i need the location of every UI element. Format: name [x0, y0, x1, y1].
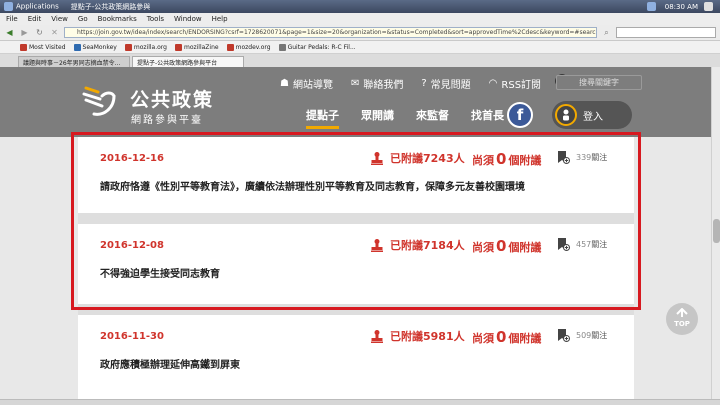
bookmark-label: mozilla.org	[133, 43, 167, 51]
back-to-top-button[interactable]: TOP	[666, 303, 698, 335]
link-label: 網站導覽	[292, 80, 333, 91]
bookmark-icon	[174, 43, 182, 51]
need-prefix: 尚須	[472, 332, 494, 345]
tab-strip: 議題與時事－26年男同志摘血禁令… 提點子-公共政策網路參與平台	[0, 54, 720, 67]
logo-icon[interactable]	[80, 84, 120, 118]
need-suffix: 個附議	[508, 332, 542, 345]
mail-icon: ✉	[350, 78, 360, 89]
stamp-icon	[371, 330, 383, 343]
follow-icon	[558, 329, 570, 342]
bookmark-guitar-pedals[interactable]: Guitar Pedals: R-C Fil...	[278, 43, 356, 51]
signed-label: 已附議5981人	[390, 330, 465, 343]
bookmark-label: Guitar Pedals: R-C Fil...	[287, 43, 356, 51]
bookmark-label: mozdev.org	[235, 43, 271, 51]
link-rss[interactable]: ◠ RSS訂閱	[489, 76, 541, 91]
applications-icon	[4, 2, 13, 11]
menu-bookmarks[interactable]: Bookmarks	[98, 15, 137, 23]
site-header: 公共政策 網路參與平臺 ☗ 網站導覽 ✉ 聯絡我們 ? 常見問題 ◠ RSS訂閱 搜尋關…	[0, 67, 720, 137]
navigation-toolbar: ◀ ▶ ↻ ✕ https://join.gov.tw/idea/index/s…	[0, 25, 720, 41]
status-bar	[0, 399, 720, 405]
url-bar[interactable]: https://join.gov.tw/idea/index/search/EN…	[64, 27, 597, 38]
idea-date: 2016-11-30	[100, 331, 164, 342]
menu-tools[interactable]: Tools	[147, 15, 164, 23]
bookmark-icon	[226, 43, 234, 51]
bookmark-mozilla[interactable]: mozilla.org	[124, 43, 167, 51]
sitemap-icon: ☗	[280, 78, 289, 89]
search-engine-icon[interactable]: ⌕	[601, 27, 612, 38]
link-label: RSS訂閱	[501, 80, 542, 91]
list-item[interactable]: 2016-11-30 已附議5981人 尚須 0 個附議 509關注 政府應積極辦理…	[78, 315, 634, 399]
link-sitemap[interactable]: ☗ 網站導覽	[280, 76, 333, 91]
back-icon[interactable]: ◀	[4, 27, 15, 38]
follow-count: 509	[576, 330, 592, 340]
menu-view[interactable]: View	[51, 15, 68, 23]
scrollbar-thumb[interactable]	[713, 219, 720, 243]
nav-supervise[interactable]: 來監督	[416, 107, 449, 129]
os-taskbar: Applications 提點子-公共政策網路參與 08:30 AM	[0, 0, 720, 13]
bookmarks-toolbar: Most Visited SeaMonkey mozilla.org mozil…	[0, 41, 720, 54]
idea-title[interactable]: 政府應積極辦理延伸高鐵到屏東	[100, 356, 240, 371]
link-label: 聯絡我們	[363, 80, 404, 91]
bookmark-label: mozillaZine	[183, 43, 219, 51]
link-label: 常見問題	[430, 80, 471, 91]
bookmark-label: Most Visited	[29, 43, 66, 51]
bookmark-icon	[124, 43, 132, 51]
top-label: TOP	[674, 320, 690, 328]
tray-icon[interactable]	[646, 2, 656, 11]
menu-edit[interactable]: Edit	[28, 15, 42, 23]
arrow-up-icon	[676, 307, 688, 317]
bookmark-icon	[73, 43, 81, 51]
bookmark-label: SeaMonkey	[82, 43, 117, 51]
clock: 08:30 AM	[664, 2, 698, 11]
bookmark-seamonkey[interactable]: SeaMonkey	[73, 43, 117, 51]
browser-menubar: File Edit View Go Bookmarks Tools Window…	[0, 13, 720, 25]
bookmark-icon	[20, 43, 27, 51]
tab-join-gov[interactable]: 提點子-公共政策網路參與平台	[132, 56, 244, 67]
stop-icon[interactable]: ✕	[49, 27, 60, 38]
facebook-icon[interactable]: f	[507, 102, 533, 128]
browser-search-field[interactable]	[616, 27, 716, 38]
menu-file[interactable]: File	[6, 15, 18, 23]
login-label: 登入	[583, 111, 603, 123]
needed-count: 尚須 0 個附議	[472, 328, 541, 346]
link-contact[interactable]: ✉ 聯絡我們	[351, 76, 403, 91]
main-nav: 提點子 眾開講 來監督 找首長	[306, 107, 504, 129]
bookmark-icon	[278, 43, 286, 51]
rss-icon: ◠	[488, 78, 498, 89]
login-button[interactable]: 登入	[552, 101, 632, 129]
logo-subtitle[interactable]: 網路參與平臺	[131, 111, 203, 126]
need-number: 0	[496, 328, 507, 346]
user-icon	[555, 104, 577, 126]
bookmark-mozillazine[interactable]: mozillaZine	[174, 43, 219, 51]
logo-title[interactable]: 公共政策	[130, 85, 214, 112]
page-scrollbar[interactable]	[711, 67, 720, 399]
reload-icon[interactable]: ↻	[34, 27, 45, 38]
bookmark-mozdev[interactable]: mozdev.org	[226, 43, 271, 51]
follow-label: 關注	[591, 330, 608, 340]
nav-discuss[interactable]: 眾開講	[361, 107, 394, 129]
menu-window[interactable]: Window	[174, 15, 202, 23]
window-title[interactable]: 提點子-公共政策網路參與	[71, 2, 151, 12]
menu-go[interactable]: Go	[78, 15, 88, 23]
bookmark-most-visited[interactable]: Most Visited	[20, 43, 66, 51]
follow-button[interactable]: 509關注	[556, 328, 607, 342]
power-icon[interactable]	[704, 2, 713, 11]
top-links: ☗ 網站導覽 ✉ 聯絡我們 ? 常見問題 ◠ RSS訂閱	[280, 76, 541, 91]
link-faq[interactable]: ? 常見問題	[421, 76, 470, 91]
forward-icon[interactable]: ▶	[19, 27, 30, 38]
applications-label: Applications	[16, 2, 59, 11]
tab-news[interactable]: 議題與時事－26年男同志摘血禁令…	[18, 56, 130, 67]
site-search-input[interactable]: 搜尋關鍵字	[556, 75, 642, 90]
question-icon: ?	[421, 78, 427, 89]
applications-menu[interactable]: Applications	[4, 2, 59, 11]
highlight-box	[71, 132, 641, 310]
signed-count: 已附議5981人	[370, 328, 465, 344]
menu-help[interactable]: Help	[212, 15, 228, 23]
nav-officials[interactable]: 找首長	[471, 107, 504, 129]
nav-ideas[interactable]: 提點子	[306, 107, 339, 129]
